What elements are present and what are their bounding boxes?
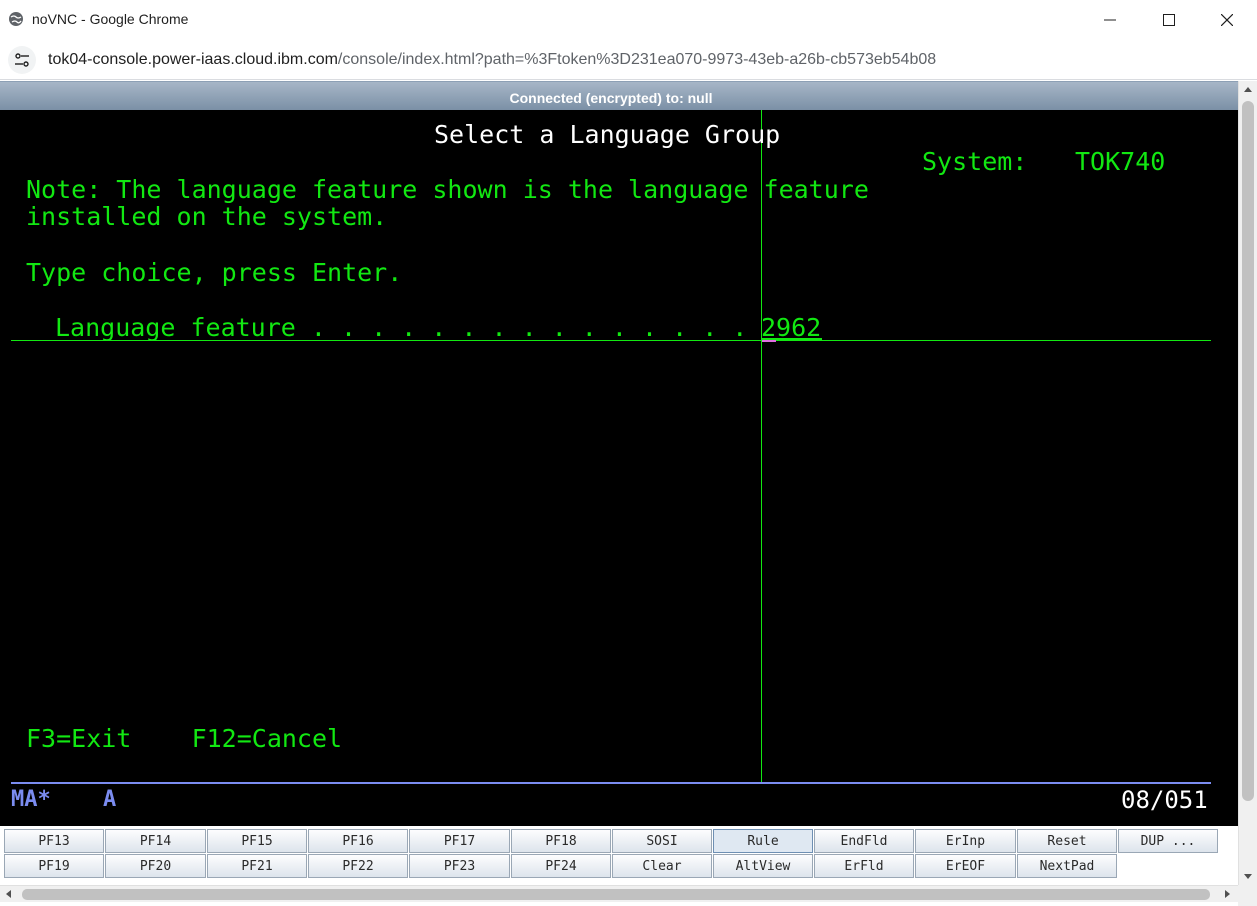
key-pf17[interactable]: PF17	[409, 829, 510, 853]
key-rule[interactable]: Rule	[713, 829, 813, 853]
vertical-scrollbar[interactable]	[1238, 81, 1257, 885]
status-separator	[11, 782, 1211, 784]
window-titlebar: noVNC - Google Chrome	[0, 0, 1257, 40]
status-message-area: MA*	[11, 787, 51, 812]
key-erfld[interactable]: ErFld	[814, 854, 914, 878]
key-erinp[interactable]: ErInp	[915, 829, 1016, 853]
key-pf16[interactable]: PF16	[308, 829, 408, 853]
close-button[interactable]	[1198, 0, 1256, 40]
scroll-left-icon[interactable]	[4, 889, 12, 899]
system-label: System:	[922, 147, 1028, 176]
vertical-scroll-thumb[interactable]	[1242, 101, 1254, 801]
function-keys-legend: F3=Exit F12=Cancel	[26, 724, 343, 753]
url-host: tok04-console.power-iaas.cloud.ibm.com	[48, 51, 338, 68]
key-pf13[interactable]: PF13	[4, 829, 104, 853]
key-altview[interactable]: AltView	[713, 854, 813, 878]
text-cursor	[762, 340, 776, 342]
tune-icon	[15, 53, 29, 67]
key-pf18[interactable]: PF18	[511, 829, 611, 853]
scrollbar-corner	[1238, 885, 1257, 906]
key-nextpad[interactable]: NextPad	[1017, 854, 1117, 878]
key-reset[interactable]: Reset	[1017, 829, 1117, 853]
window-title: noVNC - Google Chrome	[32, 11, 189, 27]
vnc-connection-status: Connected (encrypted) to: null	[509, 90, 713, 106]
key-pf22[interactable]: PF22	[308, 854, 408, 878]
system-name: TOK740	[1075, 147, 1166, 176]
screen-title: Select a Language Group	[434, 120, 781, 149]
key-pf19[interactable]: PF19	[4, 854, 104, 878]
key-pf24[interactable]: PF24	[511, 854, 611, 878]
close-icon	[1221, 14, 1233, 26]
scroll-right-icon[interactable]	[1224, 889, 1232, 899]
note-line-2: installed on the system.	[26, 202, 388, 231]
key-dup[interactable]: DUP ...	[1118, 829, 1218, 853]
maximize-button[interactable]	[1140, 0, 1198, 40]
horizontal-scroll-thumb[interactable]	[22, 889, 1210, 900]
maximize-icon	[1163, 14, 1175, 26]
key-pf14[interactable]: PF14	[105, 829, 206, 853]
instruction-text: Type choice, press Enter.	[26, 258, 403, 287]
key-ereof[interactable]: ErEOF	[915, 854, 1016, 878]
cursor-position: 08/051	[1121, 786, 1208, 814]
address-bar: tok04-console.power-iaas.cloud.ibm.com/c…	[0, 40, 1257, 80]
globe-icon	[8, 11, 24, 27]
status-input-mode: A	[103, 787, 117, 812]
vnc-status-bar: Connected (encrypted) to: null	[0, 81, 1238, 110]
function-keypad: PF13 PF14 PF15 PF16 PF17 PF18 SOSI Rule …	[0, 826, 1238, 884]
horizontal-scrollbar[interactable]	[0, 885, 1238, 902]
minimize-icon	[1104, 19, 1116, 21]
url-path: /console/index.html?path=%3Ftoken%3D231e…	[337, 51, 937, 68]
scroll-up-icon[interactable]	[1243, 85, 1253, 93]
note-line-1: Note: The language feature shown is the …	[26, 175, 869, 204]
key-sosi[interactable]: SOSI	[612, 829, 712, 853]
key-endfld[interactable]: EndFld	[814, 829, 914, 853]
site-info-button[interactable]	[8, 46, 36, 74]
url-text[interactable]: tok04-console.power-iaas.cloud.ibm.com/c…	[48, 51, 936, 69]
key-pf23[interactable]: PF23	[409, 854, 510, 878]
minimize-button[interactable]	[1081, 0, 1139, 40]
rule-vertical-line	[761, 110, 762, 782]
key-clear[interactable]: Clear	[612, 854, 712, 878]
key-pf21[interactable]: PF21	[207, 854, 307, 878]
terminal-screen[interactable]: Select a Language Group System: TOK740 N…	[0, 110, 1238, 826]
key-pf20[interactable]: PF20	[105, 854, 206, 878]
language-feature-label: Language feature . . . . . . . . . . . .…	[55, 313, 748, 342]
key-pf15[interactable]: PF15	[207, 829, 307, 853]
scroll-down-icon[interactable]	[1243, 873, 1253, 881]
